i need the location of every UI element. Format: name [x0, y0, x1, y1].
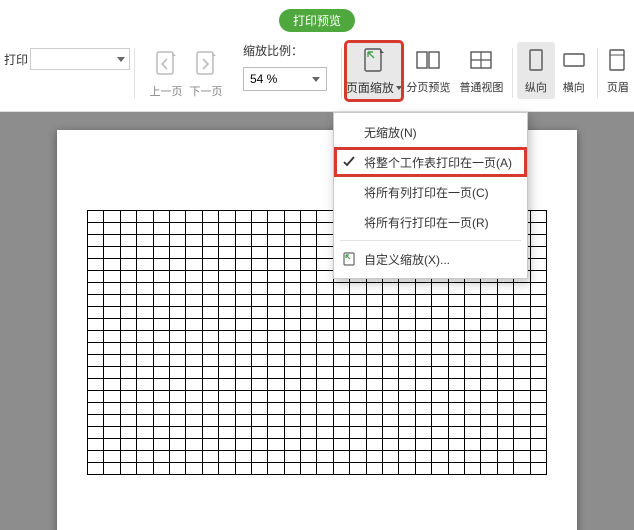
portrait-button[interactable]: 纵向 [517, 42, 555, 99]
chevron-down-icon [312, 77, 320, 82]
next-page-button[interactable]: 下一页 [187, 49, 225, 99]
page-break-icon [414, 46, 442, 76]
page-next-icon [193, 49, 219, 81]
page-scale-button[interactable]: 页面缩放 [346, 42, 402, 100]
page-scale-small-icon [342, 251, 358, 267]
zoom-ratio-label: 缩放比例： [243, 42, 303, 59]
menu-item-custom-scale[interactable]: 自定义缩放(X)... [334, 244, 527, 274]
header-footer-icon [604, 46, 632, 76]
normal-view-button[interactable]: 普通视图 [455, 42, 508, 99]
header-footer-button[interactable]: 页眉 [602, 42, 634, 99]
menu-separator [340, 240, 521, 241]
preview-canvas [0, 112, 634, 530]
menu-item-fit-sheet[interactable]: 将整个工作表打印在一页(A) [334, 147, 527, 177]
landscape-icon [560, 46, 588, 76]
print-label: 打印 [4, 51, 28, 68]
page-scale-menu: 无缩放(N) 将整个工作表打印在一页(A) 将所有列打印在一页(C) 将所有行打… [333, 112, 528, 279]
print-dropdown[interactable] [30, 48, 130, 70]
check-icon [342, 155, 356, 169]
ribbon: 打印 上一页 下一页 缩放比例： 54 % [0, 36, 634, 112]
zoom-select[interactable]: 54 % [243, 67, 327, 91]
landscape-button[interactable]: 横向 [555, 42, 593, 99]
menu-item-fit-columns[interactable]: 将所有列打印在一页(C) [334, 177, 527, 207]
page-scale-icon [360, 46, 388, 76]
page-prev-icon [153, 49, 179, 81]
page-break-preview-button[interactable]: 分页预览 [402, 42, 455, 99]
menu-item-no-scale[interactable]: 无缩放(N) [334, 117, 527, 147]
prev-page-button[interactable]: 上一页 [147, 49, 185, 99]
normal-view-icon [467, 46, 495, 76]
page-title: 打印预览 [279, 9, 355, 32]
menu-item-fit-rows[interactable]: 将所有行打印在一页(R) [334, 207, 527, 237]
portrait-icon [522, 46, 550, 76]
chevron-down-icon [117, 57, 125, 62]
